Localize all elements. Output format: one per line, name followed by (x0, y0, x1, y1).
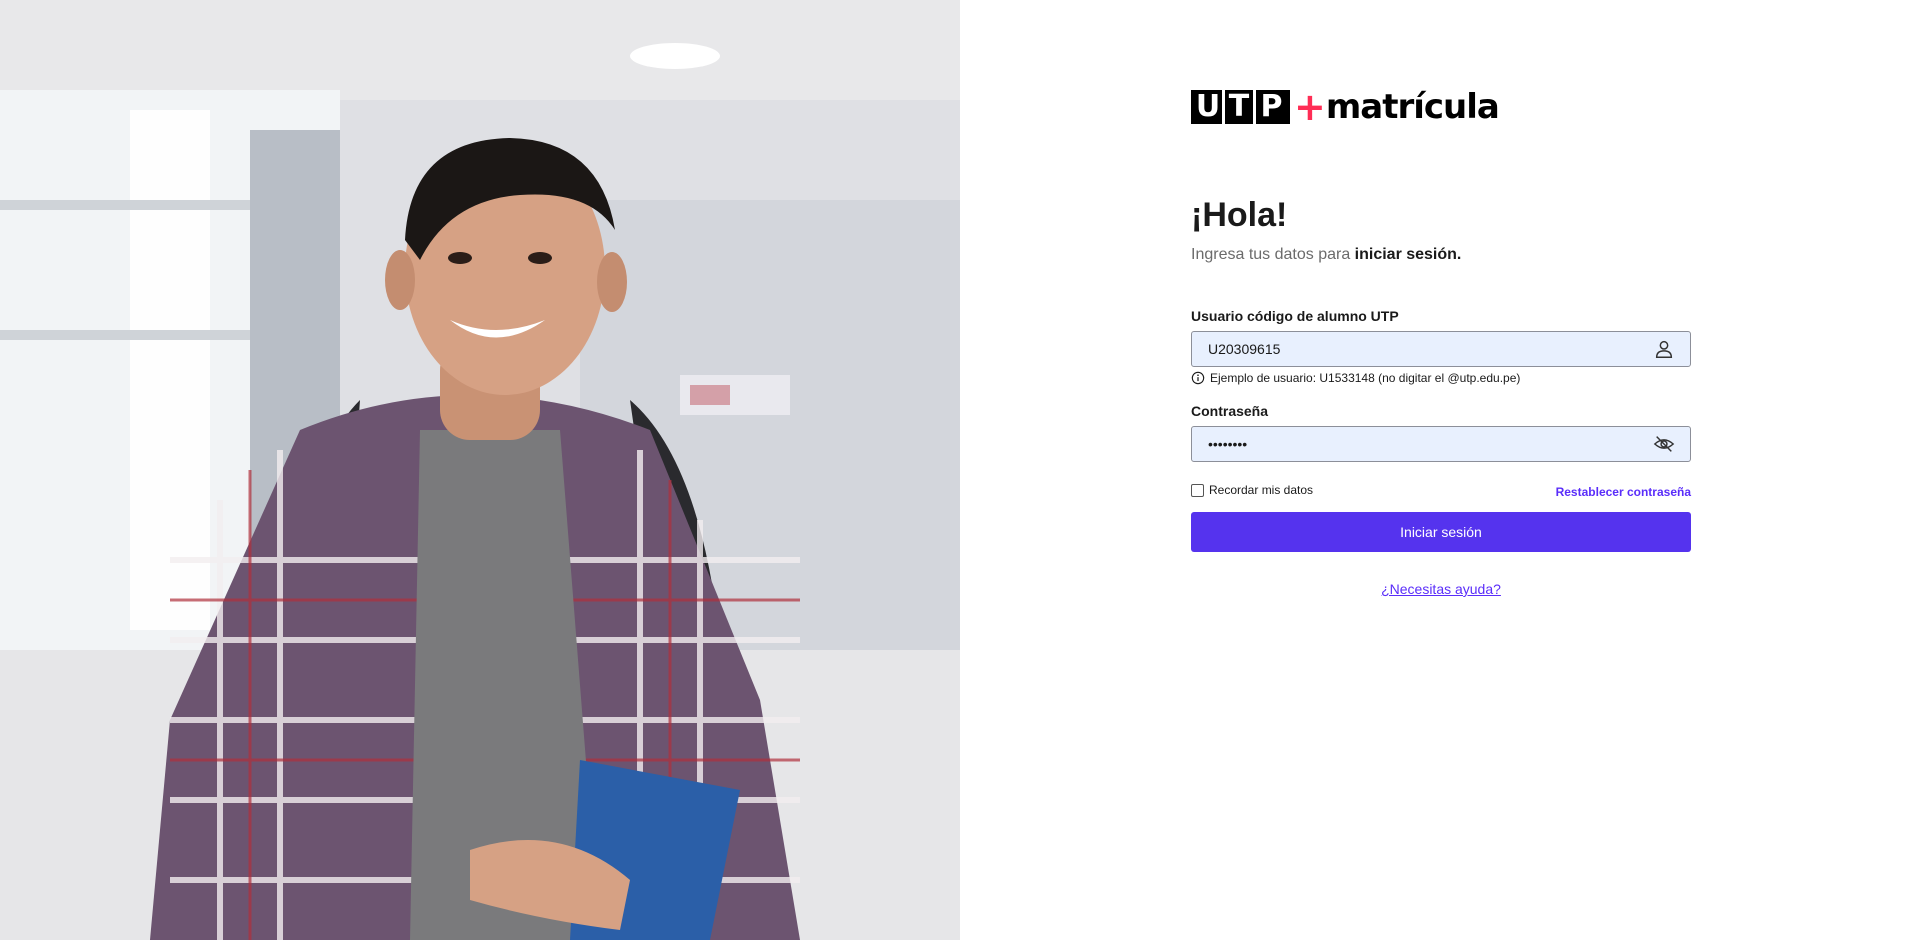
user-icon (1650, 335, 1678, 363)
info-icon (1191, 371, 1205, 385)
password-field[interactable] (1191, 426, 1691, 462)
remember-checkbox[interactable] (1191, 483, 1204, 497)
login-page: U T P + matrícula ¡Hola! Ingresa tus dat… (0, 0, 1918, 940)
hero-photo (0, 0, 960, 940)
username-label: Usuario código de alumno UTP (1191, 308, 1399, 324)
hint-text: Ejemplo de usuario: U1533148 (no digitar… (1210, 371, 1521, 385)
logo-word: matrícula (1325, 87, 1500, 127)
logo-letter: P (1256, 90, 1287, 124)
password-input[interactable] (1192, 427, 1650, 461)
remember-checkbox-row[interactable]: Recordar mis datos (1191, 483, 1313, 497)
logo-letter: U (1194, 90, 1225, 124)
login-button[interactable]: Iniciar sesión (1191, 512, 1691, 552)
student-photo-illustration (0, 0, 960, 940)
help-link[interactable]: ¿Necesitas ayuda? (1191, 581, 1691, 597)
logo-plus: + (1294, 85, 1326, 129)
page-title: ¡Hola! (1191, 196, 1288, 234)
username-input[interactable] (1192, 332, 1650, 366)
username-hint: Ejemplo de usuario: U1533148 (no digitar… (1191, 371, 1520, 385)
utp-matricula-logo: U T P + matrícula (1191, 85, 1500, 129)
logo-letter: T (1225, 90, 1256, 124)
password-label: Contraseña (1191, 403, 1269, 419)
eye-off-icon[interactable] (1650, 430, 1678, 458)
subtitle: Ingresa tus datos para iniciar sesión. (1191, 246, 1461, 264)
reset-password-link[interactable]: Restablecer contraseña (1556, 485, 1691, 499)
subtitle-emphasis: iniciar sesión. (1354, 246, 1462, 263)
remember-label: Recordar mis datos (1209, 483, 1314, 497)
subtitle-text: Ingresa tus datos para (1191, 246, 1355, 263)
utp-logo-box: U T P (1191, 90, 1290, 124)
username-field[interactable] (1191, 331, 1691, 367)
